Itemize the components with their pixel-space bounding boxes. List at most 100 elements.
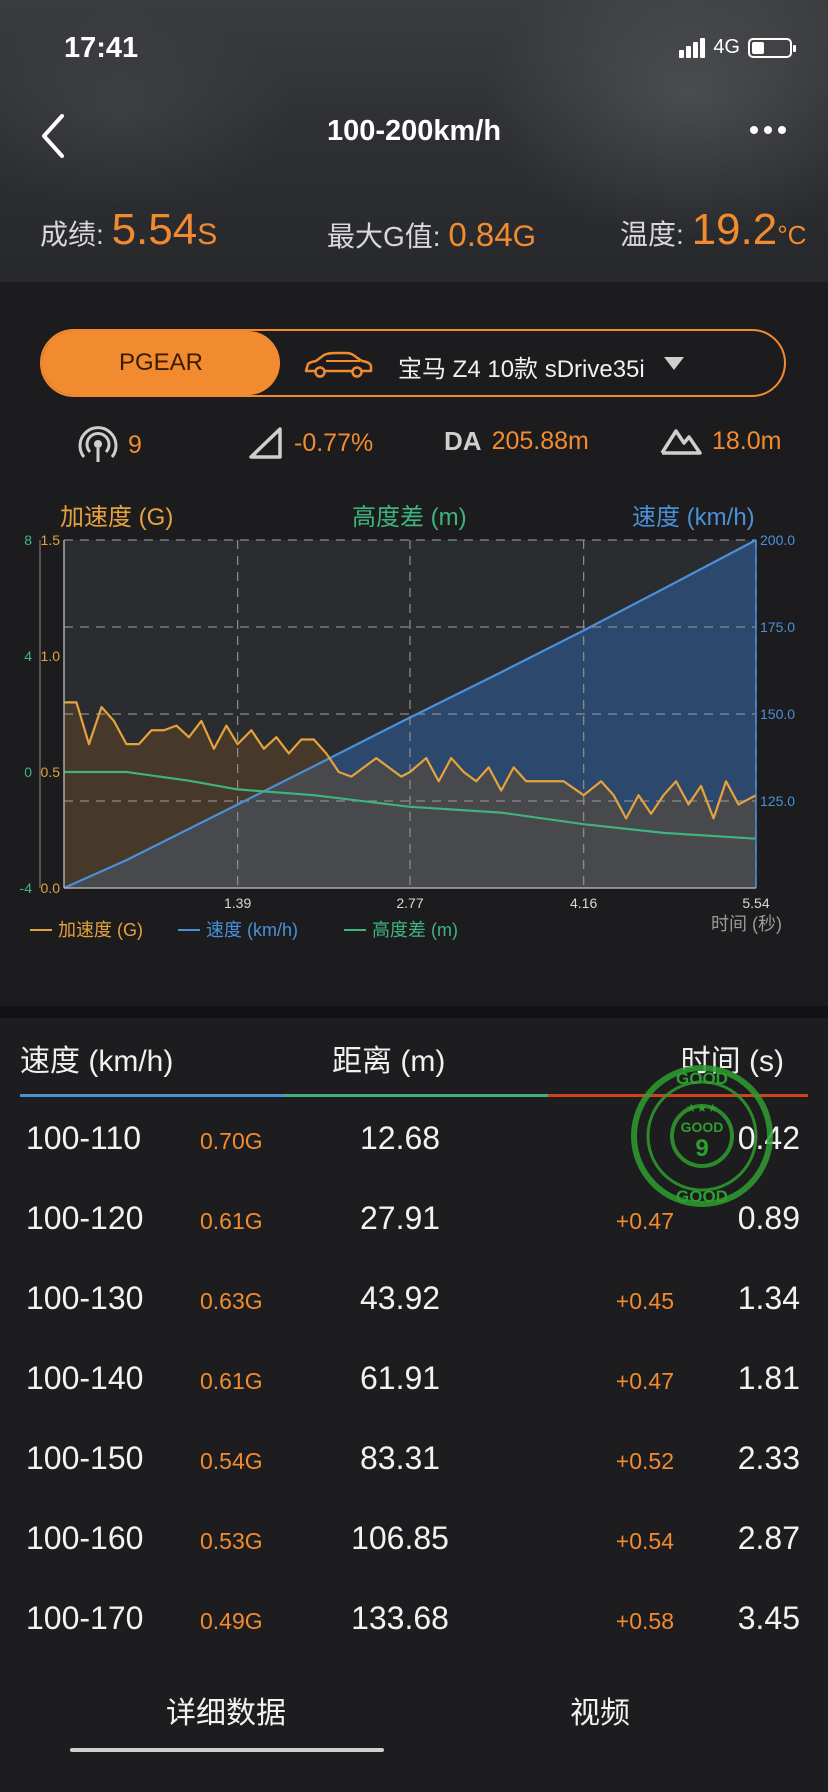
row-g-value: 0.61G xyxy=(200,1368,263,1394)
row-speed-range: 100-130 xyxy=(26,1280,144,1316)
mountain-icon xyxy=(660,429,702,455)
battery-icon xyxy=(748,37,796,58)
row-time: 3.45 xyxy=(737,1600,800,1636)
temperature-stat: 温度: 19.2°C xyxy=(620,205,806,255)
legend-label: 加速度 (G) xyxy=(58,920,143,940)
speed-column-header: 速度 (km/h) xyxy=(20,1045,174,1078)
row-time-delta: +0.58 xyxy=(615,1608,674,1634)
tab-video[interactable]: 视频 xyxy=(570,1688,630,1732)
row-g-value: 0.53G xyxy=(200,1528,263,1554)
row-time-delta: +0.52 xyxy=(615,1448,674,1474)
altitude-metric: 18.0m xyxy=(660,426,781,456)
legend-label: 高度差 (m) xyxy=(372,920,458,940)
x-tick-label: 4.16 xyxy=(570,895,597,911)
row-speed-range: 100-170 xyxy=(26,1600,144,1636)
temperature-label: 温度: xyxy=(620,219,684,250)
speed-tick-label: 200.0 xyxy=(760,532,795,548)
performance-chart[interactable]: 1.5 1.0 0.5 0.0 8 4 0 -4 200.0 175.0 150.0 125.0 1.3… xyxy=(0,520,828,940)
row-time-delta: +0.54 xyxy=(615,1528,674,1554)
stamp-text-top: GOOD xyxy=(676,1069,728,1088)
row-distance-text: 83.31 xyxy=(359,1440,441,1476)
speed-tick-label: 125.0 xyxy=(760,793,795,809)
table-row: 100-140 0.61G 61.91 +0.47 1.81 xyxy=(0,1340,828,1420)
score-unit: S xyxy=(197,218,218,251)
score-value: 5.54 xyxy=(111,205,198,254)
legend-label: 速度 (km/h) xyxy=(206,920,298,940)
table-row: 100-170 0.49G 133.68 +0.58 3.45 xyxy=(0,1580,828,1660)
dropdown-arrow-icon[interactable] xyxy=(664,357,684,370)
row-time-delta: +0.47 xyxy=(615,1368,674,1394)
row-time: 2.87 xyxy=(737,1520,800,1556)
row-speed-range: 100-160 xyxy=(26,1520,144,1556)
metrics-row: 9 -0.77% DA 205.88m 18.0m xyxy=(0,426,828,470)
score-label: 成绩: xyxy=(40,219,104,250)
row-speed-range: 100-120 xyxy=(26,1200,144,1236)
da-value: 205.88m xyxy=(491,427,589,455)
x-tick-label: 2.77 xyxy=(396,895,423,911)
more-dot-icon xyxy=(778,126,786,134)
row-distance-text: 43.92 xyxy=(359,1280,441,1316)
temperature-unit: °C xyxy=(777,220,807,250)
bottom-tabs: 详细数据 视频 xyxy=(0,1670,828,1760)
header: 17:41 4G 100-200km/h 成绩: 5.54S 最大G值: 0.8… xyxy=(0,0,828,282)
max-g-label: 最大G值: xyxy=(327,221,441,252)
altitude-tick-label: 4 xyxy=(24,648,32,664)
tab-details[interactable]: 详细数据 xyxy=(166,1688,286,1732)
distance-header-line xyxy=(284,1094,548,1097)
max-g-stat: 最大G值: 0.84G xyxy=(327,215,536,255)
stamp-stars: ★★★ xyxy=(686,1101,718,1115)
row-distance-text: 61.91 xyxy=(359,1360,441,1396)
distance-column-header: 距离 (m) xyxy=(332,1045,446,1078)
slope-value: -0.77% xyxy=(294,428,374,457)
row-time: 1.34 xyxy=(737,1280,800,1316)
altitude-tick-label: 0 xyxy=(24,764,32,780)
row-time: 2.33 xyxy=(737,1440,800,1476)
more-dot-icon xyxy=(750,126,758,134)
section-divider xyxy=(0,1006,828,1018)
row-speed-range: 100-150 xyxy=(26,1440,144,1476)
more-button[interactable] xyxy=(750,118,794,142)
row-time: 1.81 xyxy=(737,1360,800,1396)
x-axis-label: 时间 (秒) xyxy=(711,914,782,934)
max-g-unit: G xyxy=(512,220,536,253)
satellite-count: 9 xyxy=(128,430,142,459)
row-time-delta: +0.47 xyxy=(615,1208,674,1234)
car-name[interactable]: 宝马 Z4 10款 sDrive35i xyxy=(398,349,645,384)
density-altitude-metric: DA 205.88m xyxy=(444,426,589,457)
altitude-tick-label: -4 xyxy=(20,880,33,896)
row-distance-text: 133.68 xyxy=(351,1600,449,1636)
row-speed-range: 100-110 xyxy=(26,1120,142,1156)
speed-tick-label: 175.0 xyxy=(760,619,795,635)
satellite-signal-icon xyxy=(78,426,118,462)
signal-icon xyxy=(679,37,706,58)
row-g-value: 0.61G xyxy=(200,1208,263,1234)
row-g-value: 0.63G xyxy=(200,1288,263,1314)
accel-tick-label: 1.5 xyxy=(41,532,61,548)
speed-tick-label: 150.0 xyxy=(760,706,795,722)
slope-metric: -0.77% xyxy=(248,426,373,460)
device-badge[interactable]: PGEAR xyxy=(42,331,280,395)
row-time-delta: +0.45 xyxy=(615,1288,674,1314)
row-speed-range: 100-140 xyxy=(26,1360,144,1396)
table-row: 100-130 0.63G 43.92 +0.45 1.34 xyxy=(0,1260,828,1340)
device-car-selector[interactable]: PGEAR 宝马 Z4 10款 sDrive35i xyxy=(40,329,786,397)
row-g-value: 0.70G xyxy=(200,1128,263,1154)
altitude-value: 18.0m xyxy=(712,426,782,455)
stamp-text-center: GOOD xyxy=(681,1119,724,1135)
row-distance-text: 27.91 xyxy=(359,1200,441,1236)
more-dot-icon xyxy=(764,126,772,134)
stamp-number: 9 xyxy=(695,1135,708,1162)
x-tick-label: 1.39 xyxy=(224,895,251,911)
active-tab-indicator xyxy=(70,1748,384,1752)
temperature-value: 19.2 xyxy=(691,205,778,254)
accel-tick-label: 1.0 xyxy=(41,648,61,664)
x-tick-label: 5.54 xyxy=(742,895,769,911)
status-icons: 4G xyxy=(679,36,796,59)
row-distance-text: 106.85 xyxy=(351,1520,449,1556)
speed-header-line xyxy=(20,1094,284,1097)
row-distance-text: 12.68 xyxy=(359,1120,441,1156)
score-stat: 成绩: 5.54S xyxy=(40,205,217,255)
good-stamp: GOOD GOOD GOOD 9 ★★★ xyxy=(631,1065,773,1207)
max-g-value: 0.84 xyxy=(448,216,513,253)
da-label: DA xyxy=(444,426,482,456)
